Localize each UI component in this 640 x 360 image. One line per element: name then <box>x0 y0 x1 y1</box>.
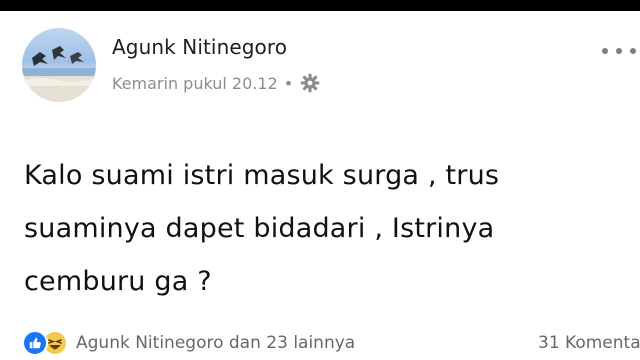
post-text-line: cemburu ga ? <box>24 266 212 297</box>
post-header: Agunk Nitinegoro Kemarin pukul 20.12 • <box>0 11 640 111</box>
more-dots-icon-dot <box>630 48 636 54</box>
avatar-photo <box>22 46 96 102</box>
post-text-line: suaminya dapet bidadari , Istrinya <box>24 213 495 244</box>
author-avatar[interactable] <box>22 28 96 102</box>
post-text-line: Kalo suami istri masuk surga , trus <box>24 160 500 191</box>
post-footer: Agunk Nitinegoro dan 23 lainnya 31 Komen… <box>0 326 640 360</box>
author-name[interactable]: Agunk Nitinegoro <box>112 35 287 59</box>
reactions-summary-text: Agunk Nitinegoro dan 23 lainnya <box>76 333 356 353</box>
top-black-band <box>0 0 640 11</box>
post-meta: Kemarin pukul 20.12 • <box>112 71 321 95</box>
more-dots-icon <box>602 48 608 54</box>
more-dots-icon-dot <box>616 48 622 54</box>
post-timestamp[interactable]: Kemarin pukul 20.12 <box>112 74 278 93</box>
comments-count[interactable]: 31 Komentar <box>538 333 640 353</box>
gear-icon[interactable] <box>299 72 321 94</box>
meta-separator: • <box>283 73 294 93</box>
like-icon <box>22 330 48 356</box>
post-text: Kalo suami istri masuk surga , trus suam… <box>24 149 624 308</box>
reactions-summary[interactable]: Agunk Nitinegoro dan 23 lainnya <box>22 330 355 356</box>
post-card: Agunk Nitinegoro Kemarin pukul 20.12 • K… <box>0 11 640 360</box>
more-options-button[interactable] <box>602 41 636 61</box>
